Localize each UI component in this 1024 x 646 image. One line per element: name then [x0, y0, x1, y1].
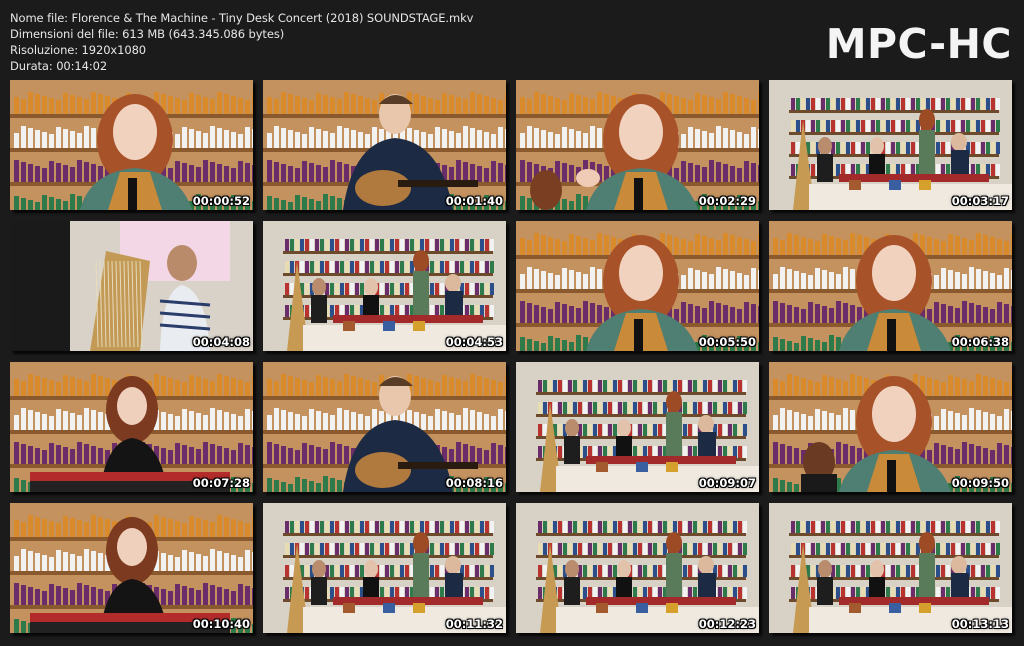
- video-frame-image: [10, 362, 253, 492]
- thumbnail-timestamp: 00:04:53: [445, 335, 503, 349]
- thumbnail-timestamp: 00:09:07: [698, 476, 756, 490]
- video-thumbnail: 00:07:28: [10, 362, 253, 492]
- thumbnail-scene: [769, 221, 1012, 351]
- thumbnail-scene: [516, 80, 759, 210]
- thumbnail-scene: [10, 503, 253, 633]
- video-thumbnail: 00:13:13: [769, 503, 1012, 633]
- thumbnail-scene: [263, 221, 506, 351]
- video-thumbnail: 00:00:52: [10, 80, 253, 210]
- thumbnail-timestamp: 00:12:23: [698, 617, 756, 631]
- thumbnail-scene: [263, 80, 506, 210]
- thumbnail-timestamp: 00:13:13: [951, 617, 1009, 631]
- video-thumbnail: 00:01:40: [263, 80, 506, 210]
- video-frame-image: [769, 503, 1012, 633]
- thumbnail-scene: [516, 362, 759, 492]
- video-thumbnail: 00:06:38: [769, 221, 1012, 351]
- video-thumbnail: 00:08:16: [263, 362, 506, 492]
- thumbnail-timestamp: 00:05:50: [698, 335, 756, 349]
- video-frame-image: [516, 362, 759, 492]
- mpc-hc-logo-text: MPC-HC: [825, 20, 1012, 68]
- thumbnail-scene: [516, 221, 759, 351]
- video-frame-image: [263, 80, 506, 210]
- video-thumbnail: 00:05:50: [516, 221, 759, 351]
- video-thumbnail: 00:03:17: [769, 80, 1012, 210]
- video-frame-image: [769, 80, 1012, 210]
- thumbnail-scene: [263, 362, 506, 492]
- file-info-block: Nome file: Florence & The Machine - Tiny…: [10, 10, 473, 74]
- thumbnail-timestamp: 00:02:29: [698, 194, 756, 208]
- video-frame-image: [516, 80, 759, 210]
- video-thumbnail: 00:10:40: [10, 503, 253, 633]
- video-thumbnail: 00:04:53: [263, 221, 506, 351]
- video-frame-image: [516, 221, 759, 351]
- video-thumbnail: 00:02:29: [516, 80, 759, 210]
- resolution-line: Risoluzione: 1920x1080: [10, 43, 146, 57]
- thumbnail-scene: [263, 503, 506, 633]
- file-name-line: Nome file: Florence & The Machine - Tiny…: [10, 11, 474, 25]
- thumbnail-scene: [769, 80, 1012, 210]
- video-thumbnail: 00:04:08: [10, 221, 253, 351]
- thumbnail-timestamp: 00:07:28: [192, 476, 250, 490]
- thumbnail-timestamp: 00:06:38: [951, 335, 1009, 349]
- video-frame-image: [769, 221, 1012, 351]
- thumbnail-scene: [10, 221, 253, 351]
- video-thumbnail: 00:12:23: [516, 503, 759, 633]
- video-frame-image: [516, 503, 759, 633]
- thumbnail-scene: [516, 503, 759, 633]
- video-frame-image: [10, 503, 253, 633]
- thumbnail-timestamp: 00:11:32: [445, 617, 503, 631]
- video-frame-image: [769, 362, 1012, 492]
- thumbnail-timestamp: 00:01:40: [445, 194, 503, 208]
- duration-line: Durata: 00:14:02: [10, 59, 108, 73]
- thumbnail-scene: [10, 362, 253, 492]
- thumbnail-scene: [769, 362, 1012, 492]
- video-frame-image: [263, 221, 506, 351]
- video-frame-image: [263, 503, 506, 633]
- thumbnail-scene: [769, 503, 1012, 633]
- thumbnail-timestamp: 00:09:50: [951, 476, 1009, 490]
- thumbnail-timestamp: 00:00:52: [192, 194, 250, 208]
- video-frame-image: [10, 221, 253, 351]
- thumbnail-timestamp: 00:03:17: [951, 194, 1009, 208]
- thumbnail-timestamp: 00:10:40: [192, 617, 250, 631]
- video-thumbnail: 00:09:50: [769, 362, 1012, 492]
- thumbnail-scene: [10, 80, 253, 210]
- video-thumbnail: 00:09:07: [516, 362, 759, 492]
- thumbnail-timestamp: 00:08:16: [445, 476, 503, 490]
- thumbnail-timestamp: 00:04:08: [192, 335, 250, 349]
- file-size-line: Dimensioni del file: 613 MB (643.345.086…: [10, 27, 285, 41]
- video-frame-image: [10, 80, 253, 210]
- video-frame-image: [263, 362, 506, 492]
- video-thumbnail: 00:11:32: [263, 503, 506, 633]
- thumbnail-grid: 00:00:52 00:01:40 00:02:29 00:03:17 00:04:08…: [10, 80, 1014, 636]
